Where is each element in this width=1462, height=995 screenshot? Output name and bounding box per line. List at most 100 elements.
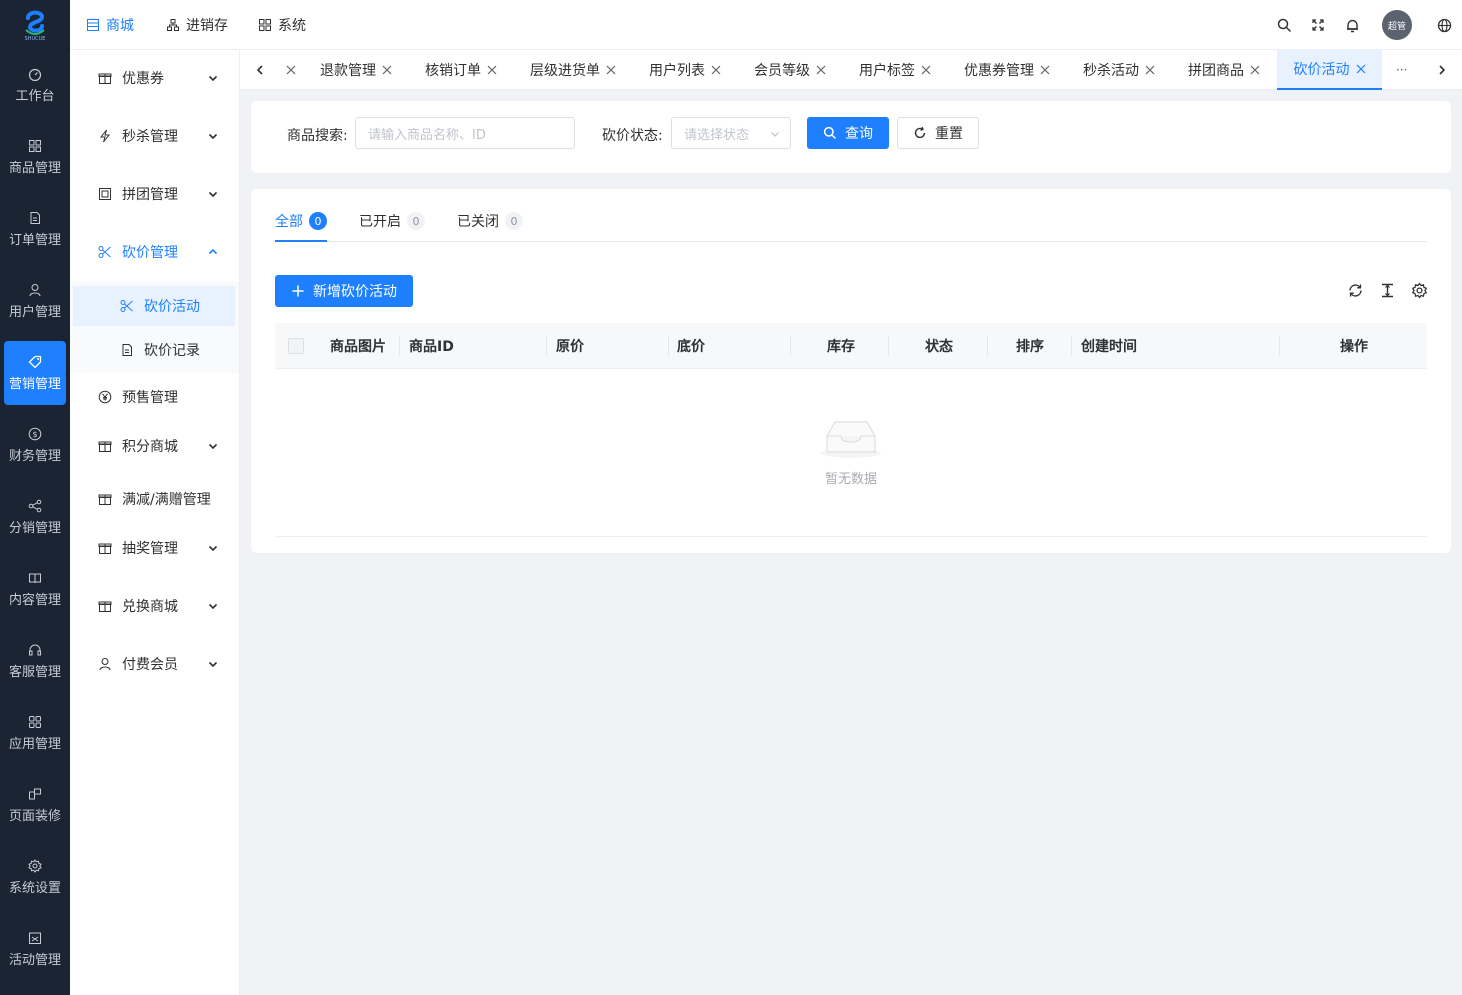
close-icon[interactable] — [711, 65, 721, 75]
status-tab-enabled[interactable]: 已开启 0 — [359, 211, 425, 231]
topnav-system[interactable]: 系统 — [258, 0, 306, 50]
rail-item-users[interactable]: 用户管理 — [4, 269, 66, 333]
secondary-sidebar: 优惠券 秒杀管理 拼团管理 砍价管理 砍价活动 砍价记录 预售管理 积分商城 满… — [70, 50, 240, 995]
tab-member-levels[interactable]: 会员等级 — [754, 50, 826, 90]
hierarchy-icon — [166, 18, 180, 32]
status-tab-label: 已关闭 — [457, 214, 499, 230]
tabs-divider — [275, 241, 1427, 242]
refresh-icon[interactable] — [1346, 281, 1364, 299]
close-icon[interactable] — [1356, 64, 1366, 74]
rail-item-distribution[interactable]: 分销管理 — [4, 485, 66, 549]
tab-label: 用户列表 — [649, 63, 705, 79]
top-header: 商城 进销存 系统 超管 — [70, 0, 1462, 50]
tab-group-products[interactable]: 拼团商品 — [1188, 50, 1260, 90]
tab-label: 拼团商品 — [1188, 63, 1244, 79]
gift-icon — [98, 71, 112, 85]
tabs-more-button[interactable]: ··· — [1396, 50, 1407, 90]
rail-item-content[interactable]: 内容管理 — [4, 557, 66, 621]
tab-label: 核销订单 — [425, 63, 481, 79]
add-bargain-button[interactable]: 新增砍价活动 — [275, 275, 413, 307]
menu-item-full-reduction[interactable]: 满减/满赠管理 — [70, 479, 239, 519]
rail-item-products[interactable]: 商品管理 — [4, 125, 66, 189]
add-bargain-button-label: 新增砍价活动 — [313, 284, 397, 300]
close-icon[interactable] — [286, 65, 296, 75]
rail-item-settings[interactable]: 系统设置 — [4, 845, 66, 909]
status-select-placeholder: 请选择状态 — [684, 127, 750, 143]
close-icon[interactable] — [606, 65, 616, 75]
list-card: 全部 0 已开启 0 已关闭 0 新增砍价活动 商品图片 商品ID 原价 底价 … — [251, 189, 1451, 553]
menu-item-bargain[interactable]: 砍价管理 — [70, 232, 239, 272]
fullscreen-icon[interactable] — [1310, 17, 1326, 33]
tab-close-partial[interactable] — [280, 50, 296, 90]
rail-item-activity[interactable]: 活动管理 — [4, 917, 66, 981]
close-icon[interactable] — [816, 65, 826, 75]
search-icon[interactable] — [1276, 17, 1292, 33]
status-tab-all[interactable]: 全部 0 — [275, 211, 327, 231]
close-icon[interactable] — [921, 65, 931, 75]
rail-item-decoration[interactable]: 页面装修 — [4, 773, 66, 837]
bell-icon[interactable] — [1344, 17, 1360, 33]
menu-item-paid-member[interactable]: 付费会员 — [70, 644, 239, 684]
rail-item-label: 系统设置 — [8, 880, 61, 896]
rail-item-finance[interactable]: $ 财务管理 — [4, 413, 66, 477]
rail-item-dashboard[interactable]: 工作台 — [4, 53, 66, 117]
rail-item-label: 营销管理 — [8, 376, 61, 392]
rail-item-service[interactable]: 客服管理 — [4, 629, 66, 693]
count-badge: 0 — [505, 212, 523, 230]
status-tab-closed[interactable]: 已关闭 0 — [457, 211, 523, 231]
tabs-scroll-right-icon[interactable] — [1436, 64, 1448, 76]
chevron-down-icon — [208, 443, 218, 450]
rail-item-marketing[interactable]: 营销管理 — [4, 341, 66, 405]
column-height-icon[interactable] — [1378, 281, 1396, 299]
menu-item-points-mall[interactable]: 积分商城 — [70, 426, 239, 466]
close-icon[interactable] — [1145, 65, 1155, 75]
close-icon[interactable] — [1040, 65, 1050, 75]
menu-item-presale[interactable]: 预售管理 — [70, 377, 239, 417]
column-divider — [546, 336, 547, 356]
reset-button-label: 重置 — [935, 126, 963, 142]
tab-user-tags[interactable]: 用户标签 — [859, 50, 931, 90]
layout-icon — [28, 787, 42, 801]
topnav-label: 商城 — [106, 18, 134, 34]
tab-coupon-management[interactable]: 优惠券管理 — [964, 50, 1050, 90]
brand-logo[interactable]: SHUCUE — [0, 0, 70, 50]
dollar-icon: $ — [28, 427, 42, 441]
filter-card: 商品搜索: 请输入商品名称、ID 砍价状态: 请选择状态 查询 重置 — [251, 101, 1451, 173]
menu-item-exchange-mall[interactable]: 兑换商城 — [70, 586, 239, 626]
tabs-scroll-left-icon[interactable] — [254, 64, 266, 76]
settings-icon[interactable] — [1410, 281, 1428, 299]
topnav-inventory[interactable]: 进销存 — [166, 0, 228, 50]
tab-label: 砍价活动 — [1293, 62, 1350, 78]
status-select[interactable]: 请选择状态 — [671, 117, 791, 149]
globe-icon[interactable] — [1436, 17, 1452, 33]
rail-item-label: 工作台 — [15, 88, 55, 104]
close-icon[interactable] — [487, 65, 497, 75]
topnav-mall[interactable]: 商城 — [86, 0, 134, 50]
column-divider — [1071, 336, 1072, 356]
rail-item-apps[interactable]: 应用管理 — [4, 701, 66, 765]
tab-purchase-orders[interactable]: 层级进货单 — [530, 50, 616, 90]
tab-bargain-activity[interactable]: 砍价活动 — [1277, 50, 1382, 90]
close-icon[interactable] — [382, 65, 392, 75]
select-all-checkbox[interactable] — [288, 338, 304, 354]
headset-icon — [28, 643, 42, 657]
close-icon[interactable] — [1250, 65, 1260, 75]
avatar[interactable]: 超管 — [1382, 10, 1412, 40]
query-button[interactable]: 查询 — [807, 117, 889, 149]
menu-item-flash-sale[interactable]: 秒杀管理 — [70, 116, 239, 156]
menu-item-group-buy[interactable]: 拼团管理 — [70, 174, 239, 214]
tab-verify-orders[interactable]: 核销订单 — [425, 50, 497, 90]
menu-item-coupons[interactable]: 优惠券 — [70, 58, 239, 98]
query-button-label: 查询 — [845, 126, 873, 142]
menu-item-label: 秒杀管理 — [122, 129, 178, 145]
rail-item-label: 内容管理 — [8, 592, 61, 608]
tab-refund[interactable]: 退款管理 — [320, 50, 392, 90]
submenu-bargain-records[interactable]: 砍价记录 — [73, 330, 235, 370]
rail-item-orders[interactable]: 订单管理 — [4, 197, 66, 261]
tab-flash-sale[interactable]: 秒杀活动 — [1083, 50, 1155, 90]
menu-item-lottery[interactable]: 抽奖管理 — [70, 528, 239, 568]
search-input[interactable]: 请输入商品名称、ID — [355, 117, 575, 149]
submenu-bargain-activity[interactable]: 砍价活动 — [73, 286, 235, 326]
reset-button[interactable]: 重置 — [897, 117, 979, 149]
tab-user-list[interactable]: 用户列表 — [649, 50, 721, 90]
